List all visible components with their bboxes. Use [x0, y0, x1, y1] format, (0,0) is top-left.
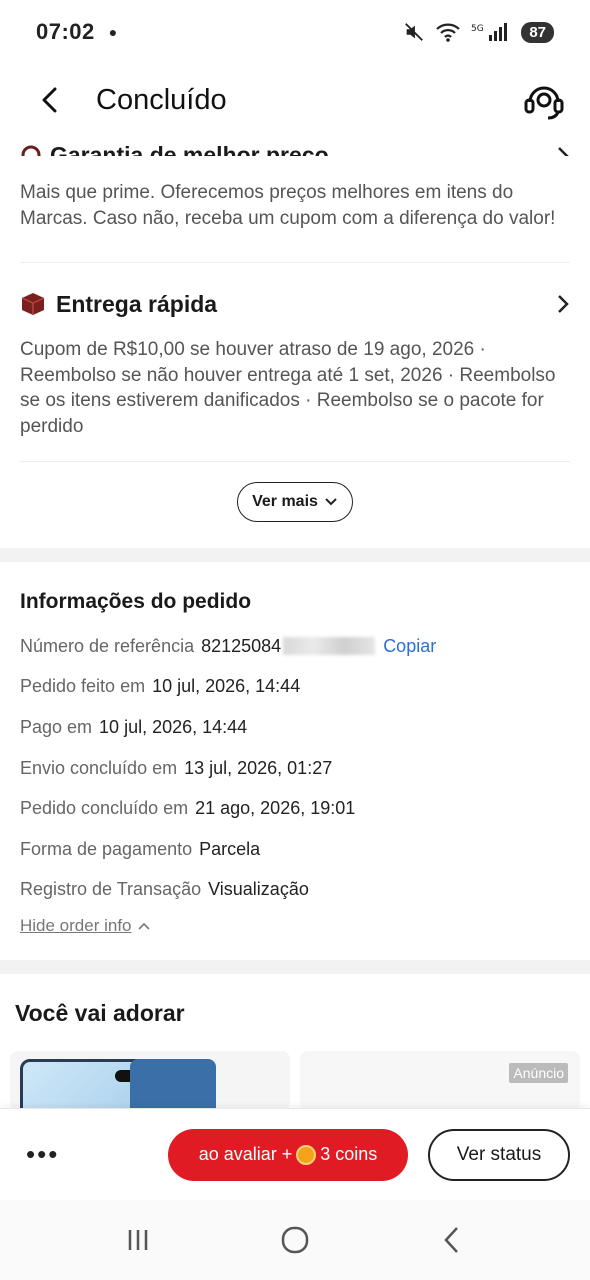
review-button-suffix: 3 coins [320, 1144, 378, 1164]
order-info-label: Registro de Transação [20, 879, 202, 900]
order-info-value: 82125084 [201, 635, 282, 656]
package-icon [21, 293, 45, 315]
section-separator [0, 960, 590, 975]
home-icon [281, 1226, 309, 1254]
divider [20, 262, 570, 263]
chevron-right-icon [558, 147, 569, 156]
headset-icon [524, 86, 564, 120]
order-info-label: Pedido concluído em [20, 798, 189, 819]
order-info-value: 21 ago, 2026, 19:01 [195, 798, 356, 819]
svg-text:5G: 5G [471, 24, 484, 34]
order-info-label: Pago em [20, 716, 93, 737]
page-title: Concluído [96, 83, 227, 116]
home-button[interactable] [265, 1210, 325, 1270]
guarantee-description: Mais que prime. Oferecemos preços melhor… [20, 182, 556, 229]
order-info-value: 13 jul, 2026, 01:27 [184, 757, 333, 778]
delivery-description: Cupom de R$10,00 se houver atraso de 19 … [20, 339, 556, 437]
review-button-prefix: ao avaliar + [198, 1144, 293, 1164]
coin-icon [296, 1144, 317, 1165]
ver-mais-label: Ver mais [252, 493, 318, 510]
hide-order-info-label: Hide order info [20, 916, 132, 936]
system-nav-bar [0, 1200, 590, 1280]
redacted-text [283, 637, 376, 656]
chevron-up-icon [137, 923, 150, 930]
product-card[interactable] [10, 1051, 290, 1108]
order-info-value: 10 jul, 2026, 14:44 [152, 676, 301, 697]
section-separator [0, 548, 590, 562]
ver-status-button[interactable]: Ver status [428, 1128, 570, 1181]
order-detail-content[interactable]: Garantia de melhor preço Mais que prime.… [0, 136, 590, 1108]
hide-order-info-button[interactable]: Hide order info [20, 916, 570, 936]
order-info-label: Forma de pagamento [20, 838, 193, 859]
more-options-button[interactable]: ••• [26, 1139, 66, 1170]
status-bar: 07:02 ● 5G 87 [0, 0, 590, 64]
guarantee-title-text: Garantia de melhor preço [50, 142, 329, 156]
back-arrow-icon [443, 1227, 458, 1253]
order-info-label: Número de referência [20, 635, 195, 656]
guarantee-title: Garantia de melhor preço [20, 142, 329, 156]
order-info-row-transaction: Registro de Transação Visualização [20, 870, 570, 911]
order-info-label: Pedido feito em [20, 676, 146, 697]
divider [20, 461, 570, 462]
copy-link[interactable]: Copiar [383, 636, 436, 657]
order-info-row-payment: Forma de pagamento Parcela [20, 829, 570, 870]
order-info-row-placed: Pedido feito em 10 jul, 2026, 14:44 [20, 667, 570, 708]
delivery-title-text: Entrega rápida [56, 290, 218, 317]
order-info-row-paid: Pago em 10 jul, 2026, 14:44 [20, 707, 570, 748]
order-info-section: Informações do pedido Número de referênc… [0, 590, 590, 936]
system-back-button[interactable] [422, 1210, 482, 1270]
chevron-left-icon [42, 87, 57, 113]
chevron-right-icon[interactable] [556, 294, 570, 314]
review-button[interactable]: ao avaliar + 3 coins [168, 1128, 408, 1181]
notification-dot-icon: ● [108, 24, 118, 40]
support-button[interactable] [520, 76, 568, 124]
product-card[interactable]: Anúncio [300, 1051, 580, 1108]
signal-icon: 5G [471, 23, 508, 41]
battery-badge: 87 [521, 21, 554, 43]
transaction-view-link[interactable]: Visualização [208, 879, 309, 900]
order-info-row-shipped: Envio concluído em 13 jul, 2026, 01:27 [20, 748, 570, 789]
recent-apps-icon [129, 1230, 148, 1250]
order-info-row-completed: Pedido concluído em 21 ago, 2026, 19:01 [20, 788, 570, 829]
chevron-down-icon [325, 498, 337, 506]
mute-icon [405, 23, 424, 41]
back-button[interactable] [20, 70, 80, 130]
order-info-value: 10 jul, 2026, 14:44 [99, 716, 248, 737]
order-info-title: Informações do pedido [20, 590, 252, 613]
app-header: Concluído [0, 64, 590, 136]
order-info-value: Parcela [199, 838, 261, 859]
guarantee-section[interactable]: Garantia de melhor preço Mais que prime.… [0, 136, 590, 232]
status-icons: 5G 87 [403, 21, 554, 43]
badge-icon [21, 145, 41, 156]
status-time: 07:02 [36, 19, 95, 44]
recommendations-title: Você vai adorar [15, 1000, 185, 1027]
product-image-back [130, 1059, 216, 1108]
recommendations-grid: Anúncio [0, 1051, 590, 1108]
guarantee-title-row: Garantia de melhor preço [20, 136, 570, 156]
delivery-title: Entrega rápida [20, 291, 217, 318]
wifi-icon [436, 23, 461, 42]
ver-mais-button[interactable]: Ver mais [237, 482, 353, 522]
order-info-label: Envio concluído em [20, 757, 178, 778]
delivery-title-row: Entrega rápida [20, 289, 570, 319]
bottom-action-bar: ••• ao avaliar + 3 coins Ver status [0, 1108, 590, 1200]
ad-badge: Anúncio [509, 1063, 568, 1084]
recent-apps-button[interactable] [108, 1210, 168, 1270]
order-info-row-reference: Número de referência 82125084 Copiar [20, 626, 570, 667]
delivery-section[interactable]: Entrega rápida Cupom de R$10,00 se houve… [0, 289, 590, 439]
